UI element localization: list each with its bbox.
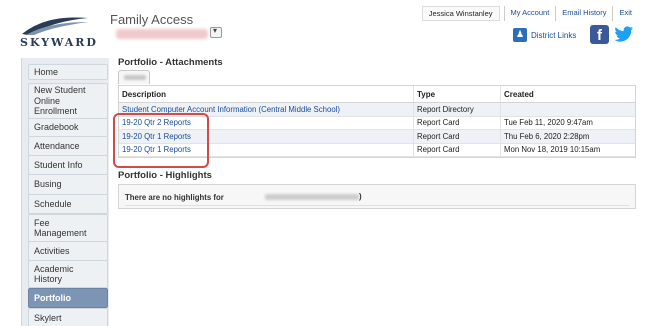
- attachment-created: Mon Nov 18, 2019 10:15am: [504, 145, 601, 155]
- attachment-created: Thu Feb 6, 2020 2:28pm: [504, 131, 590, 141]
- sidebar-nav: Home New Student Online Enrollment Grade…: [21, 58, 109, 326]
- district-links-label: District Links: [531, 30, 577, 40]
- sidebar-item-home[interactable]: Home: [28, 64, 108, 80]
- twitter-icon[interactable]: [614, 25, 634, 44]
- student-selector-dropdown[interactable]: ▾: [210, 26, 222, 38]
- sidebar-item-new-student-online-enrollment[interactable]: New Student Online Enrollment: [28, 83, 108, 119]
- my-account-link[interactable]: My Account: [503, 6, 556, 21]
- user-name: Jessica Winstanley: [421, 6, 500, 21]
- logo-swoosh-icon: [22, 17, 88, 35]
- highlights-message: There are no highlights for: [125, 193, 224, 202]
- column-header-created[interactable]: Created: [501, 86, 635, 102]
- exit-link[interactable]: Exit: [612, 6, 638, 21]
- facebook-icon[interactable]: f: [590, 25, 609, 44]
- sidebar-item-skylert[interactable]: Skylert: [28, 308, 108, 326]
- attachment-created: Tue Feb 11, 2020 9:47am: [504, 118, 593, 128]
- attachment-type: Report Directory: [414, 103, 501, 116]
- highlights-panel: There are no highlights for ): [118, 184, 636, 209]
- sidebar-item-attendance[interactable]: Attendance: [28, 136, 108, 156]
- column-header-type[interactable]: Type: [414, 86, 501, 102]
- sidebar-item-portfolio[interactable]: Portfolio: [28, 288, 108, 308]
- student-name-redacted: [265, 194, 359, 200]
- annotation-outline: [113, 113, 209, 168]
- app-title: Family Access: [110, 12, 194, 27]
- sidebar-item-academic-history[interactable]: Academic History: [28, 260, 108, 288]
- header: SKYWARD Family Access ▾ Jessica Winstanl…: [0, 0, 650, 58]
- sidebar-item-student-info[interactable]: Student Info: [28, 155, 108, 175]
- highlights-title: Portfolio - Highlights: [118, 170, 212, 181]
- attachment-type: Report Card: [414, 143, 501, 156]
- chevron-down-icon: ▾: [213, 26, 218, 35]
- highlights-message-closing: ): [359, 192, 362, 201]
- student-name-redacted: [116, 29, 208, 39]
- attachment-type: Report Card: [414, 116, 501, 129]
- column-header-description[interactable]: Description: [119, 86, 414, 102]
- attachments-title: Portfolio - Attachments: [118, 57, 223, 68]
- sidebar-item-busing[interactable]: Busing: [28, 174, 108, 195]
- sidebar-item-gradebook[interactable]: Gradebook: [28, 118, 108, 137]
- tab-student-redacted[interactable]: [118, 70, 150, 84]
- logo-text: SKYWARD: [20, 36, 98, 49]
- email-history-link[interactable]: Email History: [555, 6, 612, 21]
- sidebar-item-fee-management[interactable]: Fee Management: [28, 214, 108, 242]
- attachment-created: [501, 103, 635, 116]
- person-icon: ♟: [513, 28, 527, 42]
- skyward-logo[interactable]: SKYWARD: [20, 14, 96, 50]
- sidebar-item-schedule[interactable]: Schedule: [28, 194, 108, 214]
- top-links: Jessica Winstanley My Account Email Hist…: [421, 6, 638, 21]
- district-links-button[interactable]: ♟ District Links: [513, 28, 576, 42]
- divider: [125, 205, 629, 206]
- student-tabs: [118, 70, 150, 84]
- attachment-type: Report Card: [414, 130, 501, 143]
- sidebar-item-activities[interactable]: Activities: [28, 241, 108, 261]
- table-header: Description Type Created: [119, 86, 635, 103]
